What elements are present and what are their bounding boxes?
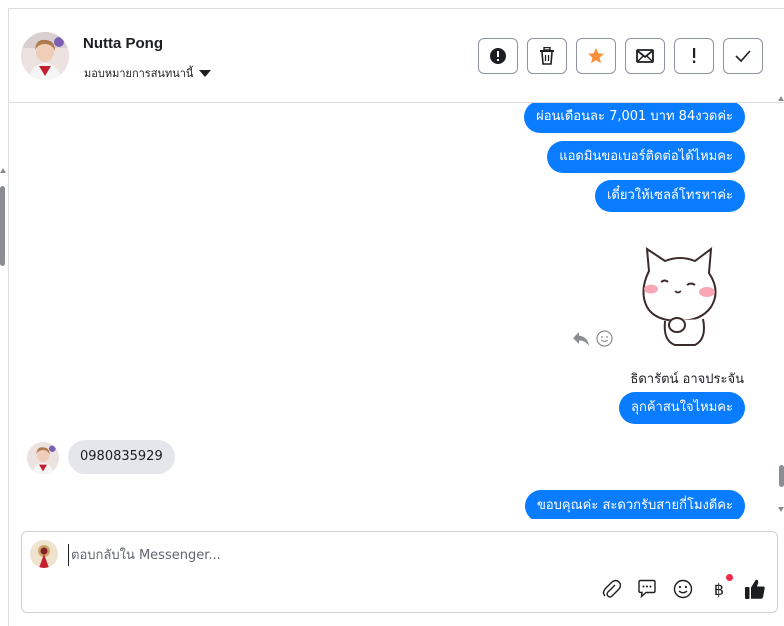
conversation-header: Nutta Pong มอบหมายการสนทนานี้ [9,9,784,103]
assign-conversation-label: มอบหมายการสนทนานี้ [84,67,194,80]
attach-button[interactable] [600,578,622,600]
reply-composer: ฿ [21,531,778,613]
emoji-button[interactable] [672,578,694,600]
composer-actions: ฿ [600,574,766,600]
follow-up-button[interactable] [674,38,714,74]
delete-button[interactable] [527,38,567,74]
message-bubble-outgoing[interactable]: เดี๋ยวให้เซลล์โทรหาค่ะ [594,180,745,212]
exclamation-icon [693,48,696,63]
saved-replies-button[interactable] [636,578,658,600]
page-scrollbar-thumb[interactable] [0,186,5,266]
baht-icon: ฿ [713,579,725,599]
mark-done-button[interactable] [723,38,763,74]
sender-name: ธิดารัตน์ อาจประจัน [630,372,744,387]
mark-unread-button[interactable] [625,38,665,74]
reply-icon[interactable] [572,331,590,347]
trash-icon [540,47,554,65]
cat-sticker[interactable] [635,241,725,351]
reply-input[interactable] [68,544,668,566]
contact-avatar-small[interactable] [27,442,59,474]
message-actions [572,330,613,347]
paperclip-icon [602,579,621,598]
like-button[interactable] [744,578,766,600]
message-bubble-incoming[interactable]: 0980835929 [68,440,175,474]
assign-conversation-dropdown[interactable]: มอบหมายการสนทนานี้ [84,64,212,82]
exclamation-circle-icon [490,48,506,64]
emoji-reaction-icon[interactable] [596,330,613,347]
message-bubble-outgoing[interactable]: ลุกค้าสนใจไหมคะ [619,392,745,424]
contact-name[interactable]: Nutta Pong [83,35,163,52]
page-avatar [30,540,58,568]
star-button[interactable] [576,38,616,74]
message-bubble-outgoing[interactable]: ขอบคุณค่ะ สะดวกรับสายกี่โมงดีคะ [524,490,745,519]
thread-scrollbar-thumb[interactable] [779,465,784,487]
star-icon [588,48,604,64]
emoji-icon [673,579,693,599]
message-bubble-outgoing[interactable]: ผ่อนเดือนละ 7,001 บาท 84งวดค่ะ [524,103,745,133]
payment-button[interactable]: ฿ [708,574,733,600]
message-thread[interactable]: ผ่อนเดือนละ 7,001 บาท 84งวดค่ะ แอดมินขอเ… [9,103,775,519]
checkmark-icon [735,50,751,62]
thread-scroll-down-arrow[interactable] [778,507,784,512]
conversation-toolbar [478,38,763,74]
thumbs-up-icon [745,579,765,599]
chevron-down-icon [199,69,212,77]
notification-dot [726,574,733,581]
envelope-icon [636,49,654,63]
page-scroll-up-arrow[interactable] [0,168,6,173]
thread-scroll-up-arrow[interactable] [778,96,784,101]
chat-bubble-icon [638,579,656,599]
contact-avatar[interactable] [21,32,69,80]
spam-button[interactable] [478,38,518,74]
message-bubble-outgoing[interactable]: แอดมินขอเบอร์ติดต่อได้ไหมคะ [547,141,745,173]
